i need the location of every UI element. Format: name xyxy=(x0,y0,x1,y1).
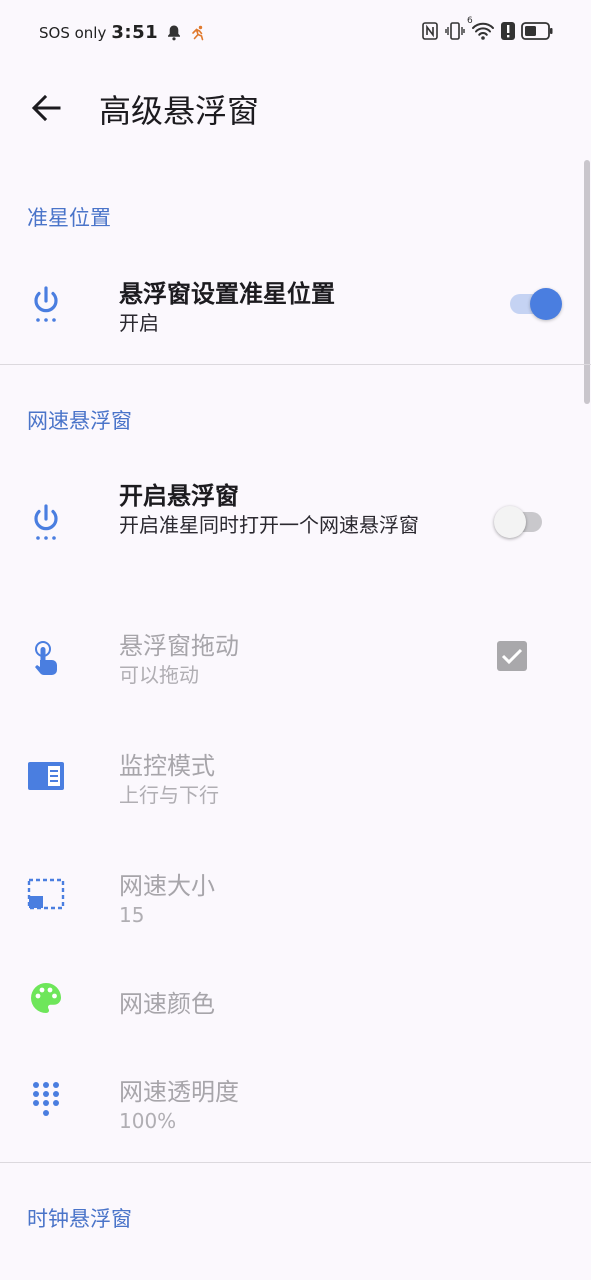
pref-title: 开启悬浮窗 xyxy=(119,482,239,510)
pref-summary: 上行与下行 xyxy=(119,783,219,807)
power-icon xyxy=(26,502,66,542)
section-title-crosshair: 准星位置 xyxy=(27,206,111,230)
carrier-text: SOS only xyxy=(39,23,107,42)
pref-summary: 开启准星同时打开一个网速悬浮窗 xyxy=(119,513,419,537)
runner-icon xyxy=(190,25,206,41)
battery-icon xyxy=(521,22,553,44)
pref-crosshair-position[interactable]: 悬浮窗设置准星位置 开启 xyxy=(0,262,580,358)
alert-icon xyxy=(501,22,515,44)
wifi-icon: 6 xyxy=(467,16,495,45)
divider xyxy=(0,1162,591,1163)
pref-speed-size[interactable]: 网速大小 15 xyxy=(0,852,580,940)
divider xyxy=(0,364,591,365)
palette-icon xyxy=(26,978,66,1018)
back-button[interactable] xyxy=(26,88,66,128)
power-icon xyxy=(26,284,66,324)
pref-speed-opacity[interactable]: 网速透明度 100% xyxy=(0,1058,580,1148)
app-bar: 高级悬浮窗 xyxy=(0,66,591,152)
pref-enable-floating-window[interactable]: 开启悬浮窗 开启准星同时打开一个网速悬浮窗 xyxy=(0,466,580,582)
page-title: 高级悬浮窗 xyxy=(99,92,260,130)
pref-title: 悬浮窗设置准星位置 xyxy=(119,280,335,308)
pref-speed-color[interactable]: 网速颜色 xyxy=(0,968,580,1032)
drag-checkbox[interactable] xyxy=(497,641,527,671)
pref-window-drag[interactable]: 悬浮窗拖动 可以拖动 xyxy=(0,612,580,702)
nfc-icon xyxy=(421,21,439,45)
pref-monitor-mode[interactable]: 监控模式 上行与下行 xyxy=(0,732,580,820)
touch-app-icon xyxy=(26,638,66,678)
pref-title: 网速颜色 xyxy=(119,990,215,1018)
pref-summary: 100% xyxy=(119,1109,177,1133)
wifi-standard-label: 6 xyxy=(467,16,473,26)
bell-icon xyxy=(166,24,182,41)
status-bar: SOS only 3:51 6 xyxy=(0,0,591,66)
scrollbar-thumb[interactable] xyxy=(584,160,590,404)
check-icon xyxy=(501,648,523,665)
pref-title: 悬浮窗拖动 xyxy=(119,632,239,660)
pref-summary: 开启 xyxy=(119,311,159,335)
view-list-icon xyxy=(26,756,66,796)
section-title-netspeed: 网速悬浮窗 xyxy=(27,409,132,433)
clock-time: 3:51 xyxy=(111,22,159,43)
crosshair-position-switch[interactable] xyxy=(506,288,562,320)
vibrate-icon xyxy=(445,21,465,45)
arrow-left-icon xyxy=(31,94,61,122)
section-title-clock: 时钟悬浮窗 xyxy=(27,1207,132,1231)
pref-summary: 可以拖动 xyxy=(119,663,199,687)
picture-in-picture-icon xyxy=(26,874,66,914)
pref-title: 网速大小 xyxy=(119,872,215,900)
pref-summary: 15 xyxy=(119,903,145,927)
pref-title: 监控模式 xyxy=(119,752,215,780)
floating-window-switch[interactable] xyxy=(494,506,546,538)
pref-title: 网速透明度 xyxy=(119,1078,239,1106)
dialpad-icon xyxy=(26,1080,66,1120)
